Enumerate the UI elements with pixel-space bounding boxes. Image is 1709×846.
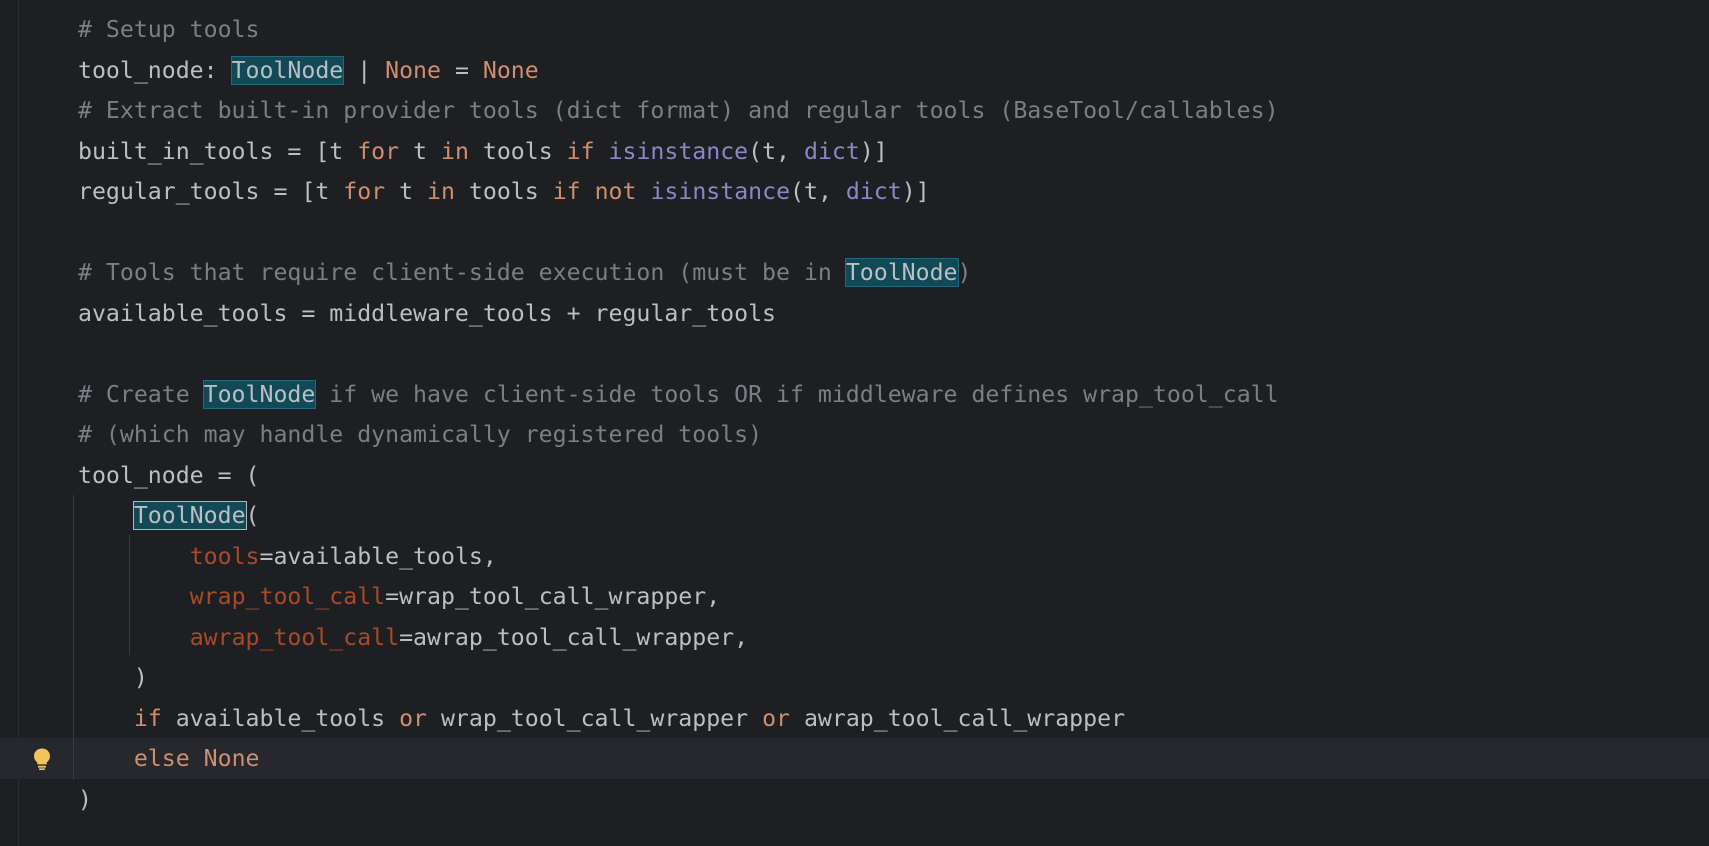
code-line[interactable]: tool_node = (	[78, 456, 259, 496]
code-line[interactable]: wrap_tool_call=wrap_tool_call_wrapper,	[78, 577, 721, 617]
code-line[interactable]: ToolNode(	[78, 496, 260, 536]
code-token-plain: |	[343, 56, 386, 84]
code-token-comment: # (which may handle dynamically register…	[78, 421, 763, 448]
code-token-kw: in	[440, 137, 469, 165]
code-token-comment: # Create	[78, 380, 204, 408]
code-token-plain: )]	[901, 178, 930, 205]
code-token-hl: ToolNode	[202, 379, 317, 409]
code-token-plain: (t,	[790, 178, 846, 205]
code-token-kw: for	[343, 178, 386, 205]
code-token-plain: )	[78, 664, 148, 691]
code-token-plain: )	[78, 785, 92, 813]
code-token-plain: awrap_tool_call_wrapper	[789, 704, 1126, 732]
code-line[interactable]: # (which may handle dynamically register…	[78, 415, 762, 455]
code-token-kw: or	[399, 704, 428, 732]
code-token-builtin: dict	[803, 137, 860, 165]
lightbulb-icon[interactable]	[31, 747, 53, 771]
code-token-comment: # Extract built-in provider tools (dict …	[78, 97, 1279, 124]
code-line[interactable]: else None	[78, 739, 260, 779]
code-line[interactable]: # Create ToolNode if we have client-side…	[78, 375, 1279, 415]
code-token-plain: =awrap_tool_call_wrapper,	[399, 623, 749, 651]
code-token-kw: if	[566, 137, 595, 165]
code-token-plain: built_in_tools = [t	[78, 137, 358, 165]
code-token-comment: # Tools that require client-side executi…	[78, 259, 846, 286]
code-token-plain: =	[440, 56, 483, 84]
code-token-plain: )]	[859, 137, 888, 165]
code-line[interactable]: available_tools = middleware_tools + reg…	[78, 294, 776, 334]
code-token-kw: for	[357, 137, 400, 165]
code-token-plain: (t,	[748, 137, 804, 165]
code-line[interactable]: # Setup tools	[78, 10, 259, 50]
code-token-comment: )	[957, 259, 972, 286]
indent-guide	[73, 495, 74, 780]
code-token-hl: ToolNode	[230, 55, 345, 85]
code-token-plain: regular_tools = [t	[78, 178, 344, 205]
code-token-plain: available_tools	[161, 704, 400, 732]
code-token-hl-caret: ToolNode	[132, 501, 247, 530]
code-token-kw: None	[385, 56, 441, 84]
code-token-kw: None	[203, 745, 260, 772]
code-token-kw: in	[427, 178, 455, 205]
code-token-comment: # Setup tools	[78, 16, 260, 43]
code-token-builtin: isinstance	[650, 178, 791, 205]
code-line[interactable]: built_in_tools = [t for t in tools if is…	[78, 132, 888, 172]
code-token-kw: or	[762, 704, 790, 732]
code-token-kw: if	[133, 704, 162, 732]
gutter-border	[18, 0, 19, 846]
code-line[interactable]: # Tools that require client-side executi…	[78, 253, 971, 293]
code-token-plain: tools	[454, 178, 553, 205]
code-token-hl: ToolNode	[844, 258, 959, 287]
code-line[interactable]: regular_tools = [t for t in tools if not…	[78, 172, 930, 212]
code-token-builtin: dict	[845, 178, 902, 205]
code-editor[interactable]: # Setup tools tool_node: ToolNode | None …	[0, 0, 1709, 846]
code-line[interactable]: awrap_tool_call=awrap_tool_call_wrapper,	[78, 618, 748, 658]
code-token-comment: if we have client-side tools OR if middl…	[315, 380, 1279, 408]
code-token-plain: =available_tools,	[259, 542, 497, 570]
code-line[interactable]: if available_tools or wrap_tool_call_wra…	[78, 699, 1125, 739]
code-token-kw: not	[594, 178, 637, 205]
code-token-param: awrap_tool_call	[189, 623, 400, 651]
code-token-plain: tools	[468, 137, 567, 165]
code-token-plain: t	[399, 137, 441, 165]
code-token-plain: available_tools = middleware_tools + reg…	[78, 299, 777, 327]
code-token-param: tools	[189, 542, 260, 570]
code-token-plain: tool_node = (	[78, 461, 260, 489]
code-token-plain: t	[385, 178, 428, 205]
code-line[interactable]: )	[78, 780, 92, 820]
code-token-plain: =wrap_tool_call_wrapper,	[385, 583, 721, 610]
code-token-kw: if	[552, 178, 581, 205]
code-token-builtin: isinstance	[608, 137, 749, 165]
code-token-kw: else	[133, 745, 190, 772]
code-token-plain: (	[245, 502, 260, 529]
code-line[interactable]: # Extract built-in provider tools (dict …	[78, 91, 1279, 131]
code-token-kw: None	[482, 56, 539, 84]
code-token-param: wrap_tool_call	[189, 583, 386, 610]
code-token-plain: tool_node:	[78, 56, 232, 84]
code-line[interactable]: tool_node: ToolNode | None = None	[78, 51, 539, 91]
code-line[interactable]: tools=available_tools,	[78, 537, 497, 577]
code-token-plain: wrap_tool_call_wrapper	[427, 704, 763, 732]
code-line[interactable]: )	[78, 658, 148, 698]
